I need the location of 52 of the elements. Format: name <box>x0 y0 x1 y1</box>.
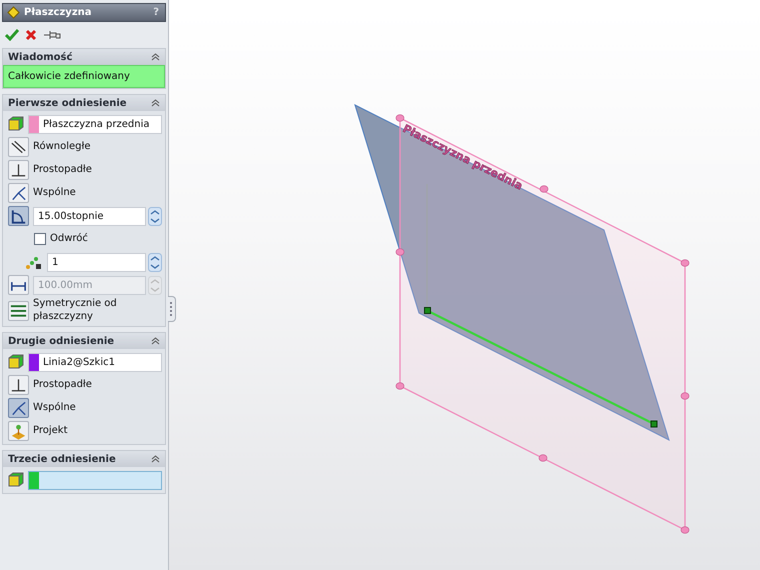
spin-button[interactable] <box>148 206 162 226</box>
collapse-icon <box>151 336 160 345</box>
project-button[interactable] <box>8 421 29 441</box>
perpendicular-button[interactable] <box>8 160 29 180</box>
option-label: Symetrycznie od płaszczyzny <box>33 298 118 323</box>
coincident-button[interactable] <box>8 183 29 203</box>
count-field[interactable]: 1 <box>47 252 146 272</box>
cancel-button[interactable] <box>25 28 37 42</box>
option-label: Wspólne <box>33 402 76 414</box>
selection-cube-icon <box>8 354 24 370</box>
close-icon <box>25 28 37 41</box>
symmetric-button[interactable] <box>8 300 29 320</box>
status-message: Całkowicie zdefiniowany <box>3 65 165 88</box>
spin-button[interactable] <box>148 252 162 272</box>
coincident-button[interactable] <box>8 398 29 418</box>
dots-pattern-icon <box>24 254 42 270</box>
window-title: Płaszczyzna <box>24 6 92 20</box>
splitter-handle[interactable] <box>168 296 176 322</box>
spin-arrows-icon <box>148 206 162 226</box>
check-icon <box>5 28 19 41</box>
section-title: Pierwsze odniesienie <box>8 96 127 110</box>
spin-arrows-icon <box>148 276 162 294</box>
checkbox[interactable] <box>34 233 46 245</box>
collapse-icon <box>151 98 160 107</box>
plane-icon <box>7 6 20 19</box>
perpendicular-button[interactable] <box>8 375 29 395</box>
option-label: Równoległe <box>33 140 91 154</box>
pin-icon <box>43 28 61 41</box>
section-title: Trzecie odniesienie <box>8 452 116 466</box>
section-title: Wiadomość <box>8 50 72 64</box>
section-header[interactable]: Trzecie odniesienie <box>3 451 165 467</box>
section-title: Drugie odniesienie <box>8 334 114 348</box>
selection-cube-icon <box>8 116 24 132</box>
checkbox-label: Odwróć <box>50 232 88 246</box>
selection-field[interactable]: Płaszczyzna przednia <box>28 114 162 134</box>
section-header[interactable]: Drugie odniesienie <box>3 333 165 349</box>
selection-cube-icon <box>8 472 24 488</box>
angle-button[interactable] <box>8 206 29 226</box>
selection-field[interactable]: Linia2@Szkic1 <box>28 352 162 372</box>
parallel-button[interactable] <box>8 137 29 157</box>
option-label: Prostopadłe <box>33 378 92 392</box>
section-header[interactable]: Pierwsze odniesienie <box>3 95 165 111</box>
spin-arrows-icon <box>148 252 162 272</box>
section-header[interactable]: Wiadomość <box>3 49 165 65</box>
option-label: Projekt <box>33 424 68 438</box>
angle-field[interactable]: 15.00stopnie <box>33 206 146 226</box>
option-label: Wspólne <box>33 186 76 200</box>
selection-field[interactable] <box>28 470 162 490</box>
collapse-icon <box>151 454 160 463</box>
ok-button[interactable] <box>5 28 19 42</box>
option-label: Prostopadłe <box>33 164 92 176</box>
collapse-icon <box>151 52 160 61</box>
